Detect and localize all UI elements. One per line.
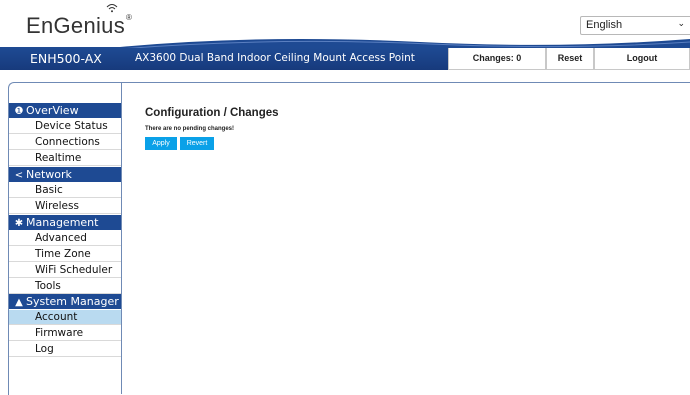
changes-button[interactable]: Changes: 0 [448, 48, 546, 70]
sidebar-section-label: System Manager [26, 295, 119, 308]
logo-registered-mark: ® [126, 13, 133, 22]
sidebar-item-connections[interactable]: Connections [9, 135, 121, 150]
header-wave [0, 38, 690, 50]
sidebar-item-wifi-scheduler[interactable]: WiFi Scheduler [9, 263, 121, 278]
sidebar-section-label: Network [26, 168, 72, 181]
sidebar-item-device-status[interactable]: Device Status [9, 119, 121, 134]
gear-icon: ✱ [14, 218, 24, 229]
wifi-icon [106, 4, 118, 13]
sidebar-section-label: Management [26, 216, 99, 229]
sidebar-item-firmware[interactable]: Firmware [9, 326, 121, 341]
share-icon: < [14, 170, 24, 181]
revert-button[interactable]: Revert [180, 137, 214, 150]
sidebar-section-network[interactable]: < Network [9, 167, 121, 182]
sidebar-section-management[interactable]: ✱ Management [9, 215, 121, 230]
page-title: Configuration / Changes [145, 107, 279, 119]
sidebar-section-system-manager[interactable]: ▲ System Manager [9, 294, 121, 309]
sidebar-item-time-zone[interactable]: Time Zone [9, 247, 121, 262]
sidebar-item-basic[interactable]: Basic [9, 183, 121, 198]
reset-button[interactable]: Reset [546, 48, 594, 70]
sidebar-item-realtime[interactable]: Realtime [9, 151, 121, 166]
sidebar-item-account[interactable]: Account [9, 310, 121, 325]
user-icon: ▲ [15, 297, 23, 308]
sidebar-section-overview[interactable]: ❶ OverView [9, 103, 121, 118]
sidebar-item-log[interactable]: Log [9, 342, 121, 357]
info-icon: ❶ [14, 106, 24, 117]
logout-button[interactable]: Logout [594, 48, 690, 70]
device-description: AX3600 Dual Band Indoor Ceiling Mount Ac… [135, 52, 415, 64]
sidebar-item-advanced[interactable]: Advanced [9, 231, 121, 246]
device-model: ENH500-AX [30, 51, 102, 66]
apply-button[interactable]: Apply [145, 137, 177, 150]
sidebar-item-wireless[interactable]: Wireless [9, 199, 121, 214]
sidebar-section-label: OverView [26, 104, 79, 117]
sidebar-item-tools[interactable]: Tools [9, 279, 121, 294]
pending-changes-message: There are no pending changes! [145, 126, 235, 132]
